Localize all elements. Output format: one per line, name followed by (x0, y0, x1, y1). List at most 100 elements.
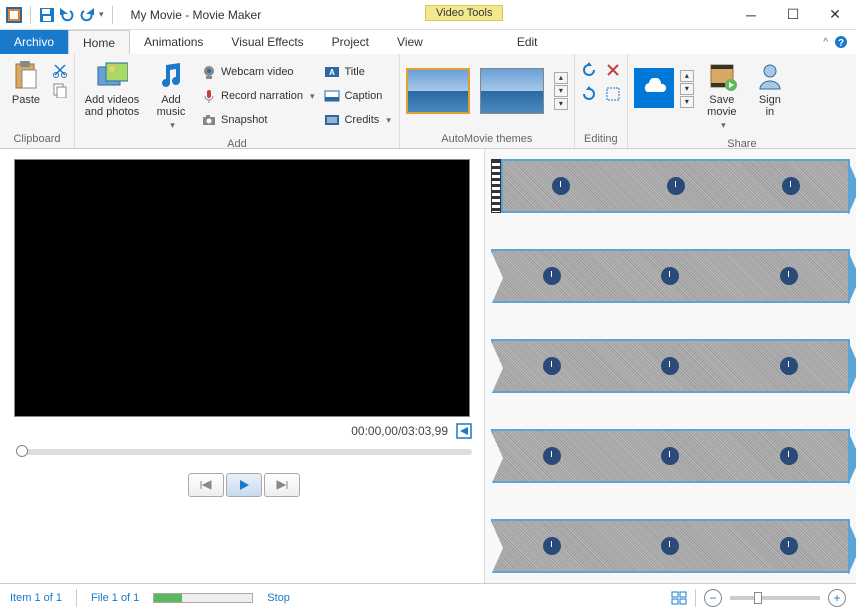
clock-icon (661, 447, 679, 465)
sign-in-label: Sign in (759, 94, 781, 118)
clock-icon (780, 447, 798, 465)
record-label: Record narration (221, 90, 303, 102)
clip-row[interactable] (491, 159, 850, 227)
undo-icon[interactable] (59, 7, 75, 23)
sign-in-button[interactable]: Sign in (750, 58, 790, 120)
video-clip[interactable] (491, 339, 850, 393)
tab-view[interactable]: View (383, 30, 437, 54)
item-count: Item 1 of 1 (10, 592, 62, 604)
select-all-icon[interactable] (605, 86, 621, 102)
snapshot-button[interactable]: Snapshot (199, 110, 316, 130)
theme-default[interactable] (406, 68, 470, 114)
webcam-button[interactable]: Webcam video (199, 62, 316, 82)
contextual-tab-caption: Video Tools (425, 5, 503, 21)
tab-visual-effects[interactable]: Visual Effects (217, 30, 317, 54)
rotate-right-icon[interactable] (581, 86, 597, 102)
playback-controls (14, 459, 474, 511)
zoom-out-button[interactable]: − (704, 589, 722, 607)
fullscreen-icon[interactable] (456, 423, 472, 439)
add-music-label: Add music (157, 94, 186, 118)
progress-bar (153, 593, 253, 603)
gallery-down-icon[interactable]: ▾ (554, 85, 568, 97)
prev-frame-button[interactable] (188, 473, 224, 497)
maximize-button[interactable]: ☐ (772, 0, 814, 29)
share-more-icon[interactable]: ▾ (680, 96, 694, 108)
save-movie-label: Save movie (707, 94, 736, 118)
video-clip[interactable] (491, 249, 850, 303)
cut-icon[interactable] (52, 62, 68, 78)
qa-dropdown-icon[interactable]: ▾ (99, 9, 104, 20)
seek-thumb[interactable] (16, 445, 28, 457)
preview-pane: 00:00,00/03:03,99 (0, 149, 484, 583)
thumbnail-view-icon[interactable] (671, 591, 687, 605)
clock-icon (780, 537, 798, 555)
zoom-thumb[interactable] (754, 592, 762, 604)
add-music-button[interactable]: Add music (149, 58, 193, 133)
rotate-left-icon[interactable] (581, 62, 597, 78)
video-clip[interactable] (491, 519, 850, 573)
stop-link[interactable]: Stop (267, 592, 290, 604)
separator (76, 589, 77, 607)
ribbon-group-editing: Editing (575, 54, 628, 148)
caption-icon (324, 88, 340, 104)
progress-fill (154, 594, 181, 602)
save-icon[interactable] (39, 7, 55, 23)
tab-edit[interactable]: Edit (503, 30, 552, 54)
clip-row[interactable] (491, 339, 850, 407)
clock-icon (543, 447, 561, 465)
film-perforation-icon (491, 159, 501, 213)
caption-button[interactable]: Caption (322, 86, 392, 106)
zoom-slider[interactable] (730, 596, 820, 600)
clip-row[interactable] (491, 429, 850, 497)
record-narration-button[interactable]: Record narration (199, 86, 316, 106)
gallery-more-icon[interactable]: ▾ (554, 98, 568, 110)
ribbon-group-share: ▴ ▾ ▾ Save movie Sign in Share (628, 54, 856, 148)
video-clip[interactable] (491, 429, 850, 483)
gallery-up-icon[interactable]: ▴ (554, 72, 568, 84)
zoom-in-button[interactable]: + (828, 589, 846, 607)
ribbon-collapse-icon[interactable]: ^ (823, 37, 828, 48)
redo-icon[interactable] (79, 7, 95, 23)
seek-slider[interactable] (16, 449, 472, 455)
close-button[interactable]: ✕ (814, 0, 856, 29)
tab-animations[interactable]: Animations (130, 30, 217, 54)
play-button[interactable] (226, 473, 262, 497)
statusbar: Item 1 of 1 File 1 of 1 Stop − + (0, 583, 856, 611)
mic-icon (201, 88, 217, 104)
theme-alt[interactable] (480, 68, 544, 114)
group-label-editing: Editing (575, 132, 627, 148)
clock-icon (552, 177, 570, 195)
onedrive-button[interactable] (634, 58, 674, 108)
clock-icon (661, 267, 679, 285)
share-up-icon[interactable]: ▴ (680, 70, 694, 82)
snapshot-label: Snapshot (221, 114, 267, 126)
photos-icon (96, 60, 128, 92)
minimize-button[interactable]: ─ (730, 0, 772, 29)
paste-button[interactable]: Paste (6, 58, 46, 108)
help-icon[interactable]: ? (834, 35, 848, 49)
quick-access-toolbar: ▾ (0, 6, 123, 24)
add-videos-button[interactable]: Add videos and photos (81, 58, 143, 120)
share-down-icon[interactable]: ▾ (680, 83, 694, 95)
timeline-pane[interactable] (484, 149, 856, 583)
credits-button[interactable]: Credits (322, 110, 392, 130)
copy-icon[interactable] (52, 82, 68, 98)
clip-row[interactable] (491, 249, 850, 317)
next-frame-button[interactable] (264, 473, 300, 497)
video-clip[interactable] (501, 159, 850, 213)
clock-icon (543, 267, 561, 285)
title-icon: A (324, 64, 340, 80)
title-button[interactable]: A Title (322, 62, 392, 82)
time-display: 00:00,00/03:03,99 (351, 424, 448, 438)
tab-project[interactable]: Project (318, 30, 383, 54)
theme-gallery-controls: ▴ ▾ ▾ (554, 72, 568, 110)
video-preview[interactable] (14, 159, 470, 417)
save-movie-button[interactable]: Save movie (700, 58, 744, 133)
tab-file[interactable]: Archivo (0, 30, 68, 54)
delete-icon[interactable] (605, 62, 621, 78)
app-icon[interactable] (6, 7, 22, 23)
tab-home[interactable]: Home (68, 30, 130, 54)
music-icon (155, 60, 187, 92)
workarea: 00:00,00/03:03,99 (0, 149, 856, 583)
clip-row[interactable] (491, 519, 850, 583)
